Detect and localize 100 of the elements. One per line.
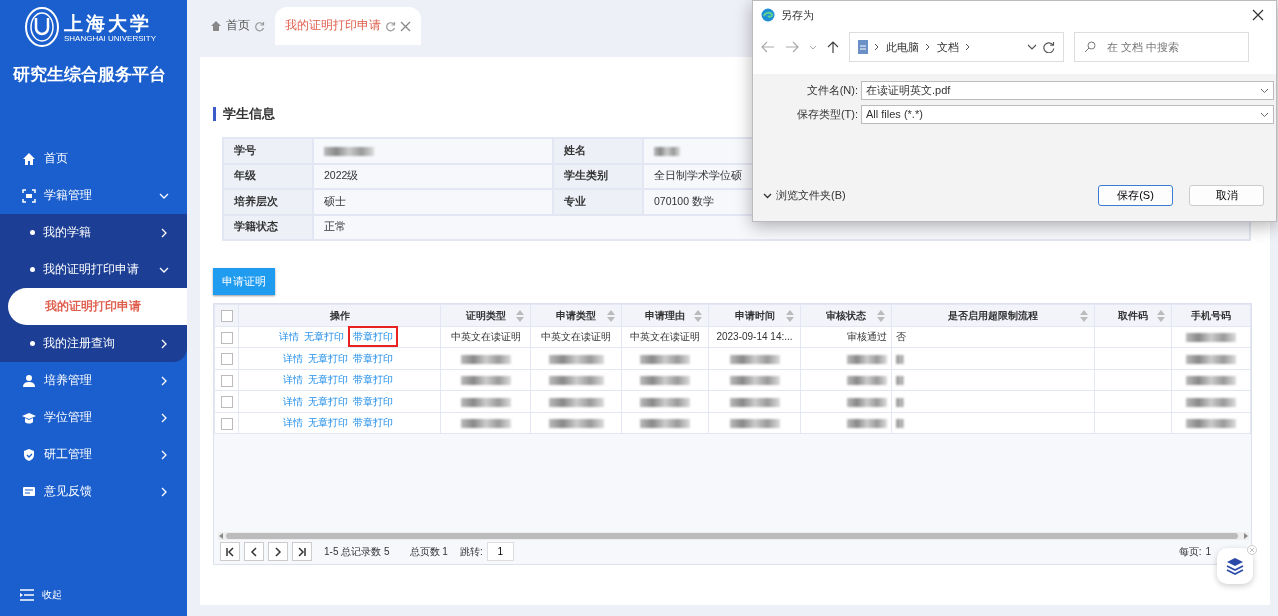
next-page-icon	[272, 545, 284, 558]
save-button[interactable]: 保存(S)	[1098, 185, 1173, 206]
blurred-text	[847, 419, 887, 429]
menu-item[interactable]: 学籍管理	[0, 177, 187, 214]
refresh-icon[interactable]	[1043, 41, 1055, 53]
up-arrow-icon[interactable]	[827, 40, 839, 54]
sort-icon[interactable]	[1080, 309, 1088, 322]
action-link[interactable]: 带章打印	[352, 416, 394, 430]
action-link[interactable]: 无章打印	[303, 330, 345, 344]
menu-item[interactable]: 意见反馈	[0, 473, 187, 510]
page-button[interactable]	[220, 542, 240, 561]
page-button[interactable]	[268, 542, 288, 561]
page-button[interactable]	[244, 542, 264, 561]
field-label: 学生类别	[553, 163, 643, 189]
menu-item[interactable]: 学位管理	[0, 399, 187, 436]
action-link[interactable]: 详情	[282, 416, 304, 430]
blurred-text	[1186, 333, 1236, 343]
address-bar[interactable]: 此电脑 文档	[849, 32, 1064, 62]
scan-icon	[22, 188, 36, 203]
checkbox[interactable]	[220, 309, 233, 322]
close-icon[interactable]	[1252, 9, 1264, 21]
blurred-text	[1186, 419, 1236, 429]
checkbox[interactable]	[220, 374, 233, 387]
action-link[interactable]: 详情	[282, 394, 304, 408]
sort-icon[interactable]	[1157, 309, 1165, 322]
menu-item[interactable]: 我的证明打印申请	[8, 288, 187, 325]
collapse-button[interactable]: 收起	[20, 587, 62, 602]
chevron-down-icon[interactable]	[1027, 43, 1037, 51]
column-header[interactable]: 操作	[329, 309, 350, 321]
action-link[interactable]: 详情	[282, 351, 304, 365]
collapse-icon	[20, 588, 34, 601]
menu-item[interactable]: 我的注册查询	[0, 325, 187, 362]
sort-icon[interactable]	[877, 309, 885, 322]
field-label: 学号	[223, 138, 313, 164]
tab[interactable]: 我的证明打印申请	[275, 7, 421, 45]
field-label: 文件名(N):	[805, 83, 859, 99]
action-link[interactable]: 无章打印	[307, 351, 349, 365]
table-cell: 否	[896, 331, 906, 343]
blurred-text	[847, 376, 887, 386]
sort-icon[interactable]	[786, 309, 794, 322]
field-label: 姓名	[553, 138, 643, 164]
field-label: 年级	[223, 163, 313, 189]
browse-folders-toggle[interactable]: 浏览文件夹(B)	[763, 187, 846, 204]
search-field[interactable]: 在 文档 中搜索	[1074, 32, 1249, 62]
horizontal-scrollbar[interactable]	[218, 531, 1249, 540]
page-count: 总页数 1	[409, 545, 448, 559]
home-icon	[210, 20, 222, 32]
menu-item[interactable]: 我的证明打印申请	[0, 251, 187, 288]
action-link[interactable]: 无章打印	[307, 394, 349, 408]
table-cell: 2023-09-14 14:...	[716, 331, 793, 343]
action-link[interactable]: 详情	[278, 330, 300, 344]
page-button[interactable]	[292, 542, 312, 561]
browser-logo-icon	[761, 8, 775, 22]
checkbox[interactable]	[220, 417, 233, 430]
action-link[interactable]: 带章打印	[352, 394, 394, 408]
menu-item[interactable]: 培养管理	[0, 362, 187, 399]
sort-icon[interactable]	[694, 309, 702, 322]
field-label: 专业	[553, 189, 643, 215]
person-icon	[22, 373, 36, 388]
breadcrumb-item[interactable]: 此电脑	[886, 38, 919, 56]
field-label: 学籍状态	[223, 214, 313, 240]
layers-button[interactable]	[1217, 548, 1253, 584]
blurred-text	[640, 397, 690, 407]
action-link[interactable]: 详情	[282, 373, 304, 387]
chevron-right-icon	[965, 43, 971, 51]
breadcrumb-item[interactable]: 文档	[937, 38, 959, 56]
action-link[interactable]: 带章打印	[348, 326, 398, 348]
refresh-icon	[254, 20, 265, 32]
back-arrow-icon[interactable]	[761, 41, 775, 53]
field-value: 正常	[324, 220, 346, 233]
action-link[interactable]: 无章打印	[307, 373, 349, 387]
blurred-text	[729, 354, 780, 364]
forward-arrow-icon[interactable]	[785, 41, 799, 53]
checkbox[interactable]	[220, 396, 233, 409]
bullet-icon	[30, 341, 35, 346]
graduation-cap-icon	[22, 410, 36, 425]
apply-button[interactable]: 申请证明	[213, 268, 275, 295]
checkbox[interactable]	[220, 353, 233, 366]
field-label: 培养层次	[223, 189, 313, 215]
sort-icon[interactable]	[607, 309, 615, 322]
menu-item[interactable]: 首页	[0, 140, 187, 177]
action-link[interactable]: 带章打印	[352, 373, 394, 387]
blurred-text	[460, 376, 511, 386]
blurred-text	[847, 397, 887, 407]
first-page-icon	[224, 545, 236, 558]
action-link[interactable]: 带章打印	[352, 351, 394, 365]
menu-item[interactable]: 研工管理	[0, 436, 187, 473]
file-type-select[interactable]: All files (*.*)	[861, 105, 1274, 124]
blurred-text	[460, 354, 511, 364]
field-value: 硕士	[324, 194, 346, 207]
tab[interactable]: 首页	[200, 7, 275, 45]
checkbox[interactable]	[220, 331, 233, 344]
page-input[interactable]: 1	[486, 542, 514, 561]
action-link[interactable]: 无章打印	[307, 416, 349, 430]
blurred-text	[460, 419, 511, 429]
sort-icon[interactable]	[516, 309, 524, 322]
cancel-button[interactable]: 取消	[1189, 185, 1264, 206]
menu-item[interactable]: 我的学籍	[0, 214, 187, 251]
blurred-text	[896, 354, 904, 364]
filename-field[interactable]: 在读证明英文.pdf	[861, 81, 1274, 100]
